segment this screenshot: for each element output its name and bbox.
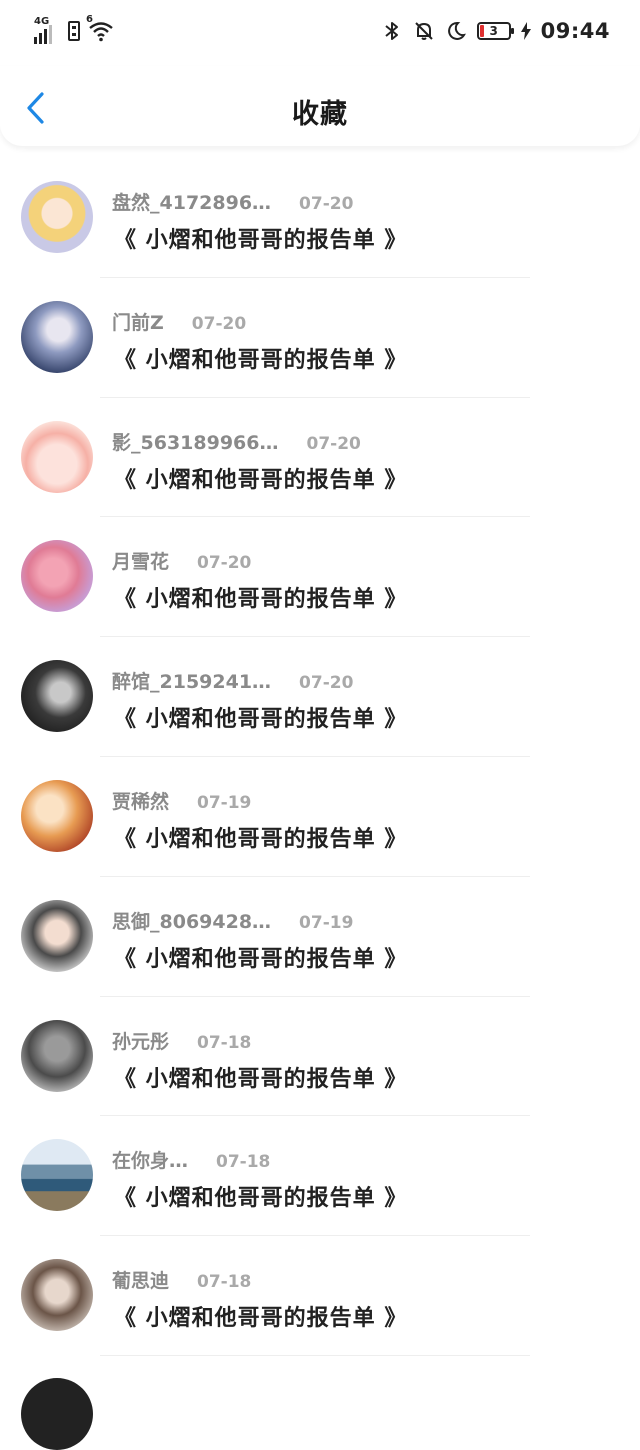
- user-name[interactable]: 思御_8069428…: [112, 907, 271, 934]
- top-nav-bar: 收藏: [0, 66, 640, 146]
- favorite-item[interactable]: 盘然_4172896… 07-20 《 小熠和他哥哥的报告单 》: [0, 158, 640, 278]
- user-name[interactable]: 影_563189966…: [112, 428, 278, 455]
- charging-bolt-icon: [520, 22, 531, 40]
- user-name[interactable]: 盘然_4172896…: [112, 188, 271, 215]
- favorite-item[interactable]: 思御_8069428… 07-19 《 小熠和他哥哥的报告单 》: [0, 877, 640, 997]
- article-title[interactable]: 《 小熠和他哥哥的报告单 》: [114, 1061, 407, 1093]
- avatar[interactable]: [21, 420, 93, 493]
- user-name[interactable]: 月雪花: [112, 547, 169, 574]
- avatar[interactable]: [21, 1019, 93, 1092]
- avatar[interactable]: [21, 540, 93, 613]
- avatar[interactable]: [21, 181, 93, 253]
- favorite-item[interactable]: 贾稀然 07-19 《 小熠和他哥哥的报告单 》: [0, 757, 640, 877]
- user-name[interactable]: 门前Z: [112, 308, 164, 335]
- avatar[interactable]: [21, 1378, 93, 1450]
- favorite-item[interactable]: 在你身… 07-18 《 小熠和他哥哥的报告单 》: [0, 1116, 640, 1237]
- favorite-item[interactable]: 醉馆_2159241… 07-20 《 小熠和他哥哥的报告单 》: [0, 637, 640, 757]
- favorite-item[interactable]: 孙元彤 07-18 《 小熠和他哥哥的报告单 》: [0, 997, 640, 1117]
- status-bar-left: 4G 6: [32, 14, 114, 46]
- favorite-date: 07-18: [197, 1032, 252, 1053]
- moon-icon: [447, 21, 466, 40]
- article-title[interactable]: 《 小熠和他哥哥的报告单 》: [114, 701, 407, 733]
- avatar[interactable]: [21, 899, 93, 972]
- user-name[interactable]: 葡思迪: [112, 1266, 169, 1293]
- favorite-date: 07-20: [306, 433, 361, 454]
- article-title[interactable]: 《 小熠和他哥哥的报告单 》: [114, 342, 407, 374]
- favorite-item[interactable]: 月雪花 07-20 《 小熠和他哥哥的报告单 》: [0, 517, 640, 638]
- wifi-icon: 6: [86, 14, 114, 42]
- favorite-date: 07-19: [299, 912, 354, 933]
- status-bar-right: 3 09:44: [381, 16, 610, 46]
- mute-bell-icon: [414, 22, 433, 40]
- article-title[interactable]: 《 小熠和他哥哥的报告单 》: [114, 1300, 407, 1332]
- favorite-date: 07-19: [197, 792, 252, 813]
- favorite-date: 07-20: [191, 313, 247, 334]
- favorites-list: 盘然_4172896… 07-20 《 小熠和他哥哥的报告单 》 门前Z 07-…: [0, 158, 640, 1356]
- favorite-item[interactable]: 葡思迪 07-18 《 小熠和他哥哥的报告单 》: [0, 1236, 640, 1356]
- avatar[interactable]: [21, 779, 93, 852]
- article-title[interactable]: 《 小熠和他哥哥的报告单 》: [114, 821, 407, 853]
- avatar[interactable]: [21, 1259, 93, 1332]
- favorite-date: 07-20: [197, 553, 252, 574]
- sim-card-icon: [68, 21, 80, 41]
- avatar[interactable]: [21, 1139, 93, 1212]
- article-title[interactable]: 《 小熠和他哥哥的报告单 》: [114, 1180, 407, 1212]
- bluetooth-icon: [385, 22, 398, 40]
- wifi-badge: 6: [86, 14, 93, 25]
- divider: [100, 1354, 530, 1356]
- battery-level: 3: [489, 24, 498, 38]
- article-title[interactable]: 《 小熠和他哥哥的报告单 》: [114, 941, 407, 973]
- avatar[interactable]: [21, 300, 93, 373]
- article-title[interactable]: 《 小熠和他哥哥的报告单 》: [114, 462, 407, 494]
- favorite-date: 07-18: [197, 1272, 252, 1293]
- avatar[interactable]: [21, 660, 93, 733]
- favorite-date: 07-20: [299, 194, 354, 214]
- battery-fill: [479, 25, 484, 37]
- user-name[interactable]: 贾稀然: [112, 787, 169, 814]
- user-name[interactable]: 醉馆_2159241…: [112, 667, 271, 694]
- status-bar: 4G 6 3 09:44: [0, 0, 640, 66]
- user-name[interactable]: 孙元彤: [112, 1027, 169, 1054]
- favorite-item[interactable]: 门前Z 07-20 《 小熠和他哥哥的报告单 》: [0, 278, 640, 398]
- user-name[interactable]: 在你身…: [112, 1146, 188, 1173]
- article-title[interactable]: 《 小熠和他哥哥的报告单 》: [114, 222, 407, 254]
- favorite-date: 07-20: [299, 673, 354, 694]
- cellular-signal-icon: 4G: [32, 16, 60, 44]
- page-title: 收藏: [292, 99, 348, 130]
- favorite-item[interactable]: 影_563189966… 07-20 《 小熠和他哥哥的报告单 》: [0, 398, 640, 518]
- article-title[interactable]: 《 小熠和他哥哥的报告单 》: [114, 581, 407, 613]
- favorite-date: 07-18: [216, 1152, 271, 1173]
- battery-icon: 3: [476, 22, 514, 40]
- clock-time: 09:44: [540, 19, 610, 43]
